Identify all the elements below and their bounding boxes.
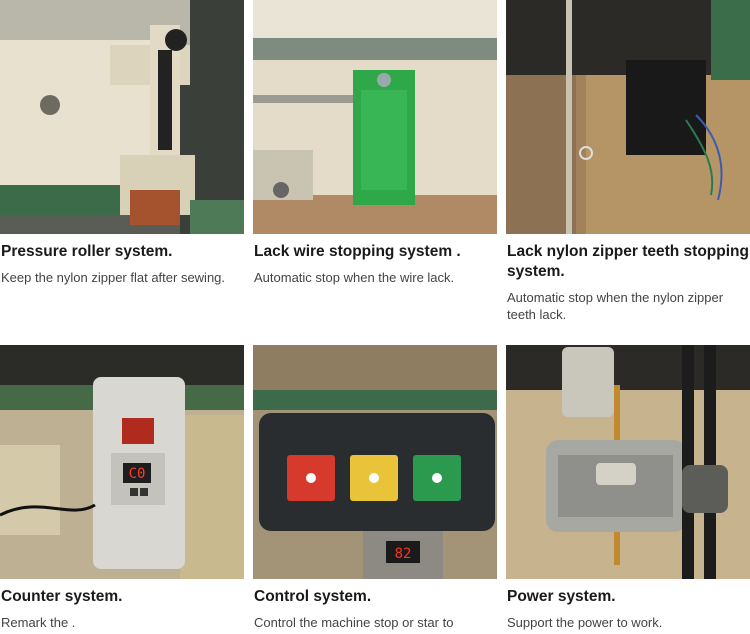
- feature-card-lack-wire: Lack wire stopping system . Automatic st…: [253, 0, 497, 286]
- feature-card-pressure-roller: Pressure roller system. Keep the nylon z…: [0, 0, 244, 286]
- feature-card-counter: C0 Counter system. Remark the .: [0, 345, 244, 631]
- pressure-roller-photo: [0, 0, 244, 234]
- feature-title: Lack wire stopping system .: [254, 243, 461, 260]
- feature-title: Counter system.: [1, 588, 123, 605]
- feature-description: Remark the .: [1, 615, 76, 630]
- feature-description: Support the power to work.: [507, 615, 663, 630]
- counter-photo: C0: [0, 345, 244, 579]
- power-photo: [506, 345, 750, 579]
- feature-title: Control system.: [254, 588, 372, 605]
- control-display-text: 82: [395, 546, 412, 562]
- feature-description: Automatic stop when the nylon zipper tee…: [507, 290, 724, 322]
- feature-card-power: Power system. Support the power to work.: [506, 345, 750, 631]
- feature-card-control: 82 Control system. Control the machine s…: [253, 345, 497, 631]
- control-photo: 82: [253, 345, 497, 579]
- feature-description: Automatic stop when the wire lack.: [254, 270, 455, 285]
- feature-card-lack-zipper-teeth: Lack nylon zipper teeth stopping system.…: [506, 0, 750, 323]
- lack-zipper-teeth-photo: [506, 0, 750, 234]
- feature-title: Pressure roller system.: [1, 243, 173, 260]
- lack-wire-photo: [253, 0, 497, 234]
- feature-description: Keep the nylon zipper flat after sewing.: [1, 270, 226, 285]
- feature-description: Control the machine stop or star to: [254, 615, 454, 630]
- feature-title: Power system.: [507, 588, 616, 605]
- counter-display-text: C0: [129, 466, 146, 482]
- feature-title: Lack nylon zipper teeth stopping system.: [507, 243, 749, 280]
